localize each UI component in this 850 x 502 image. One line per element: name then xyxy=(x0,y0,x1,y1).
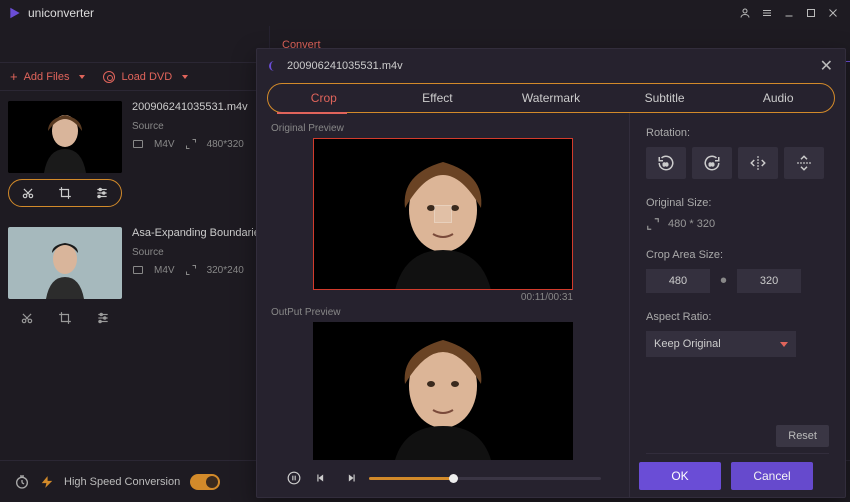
aspect-ratio-select[interactable]: Keep Original xyxy=(646,331,796,357)
playback-controls xyxy=(271,460,615,496)
expand-icon xyxy=(646,217,660,231)
settings-panel: Rotation: 90 90 Original Size: 480 * 32 xyxy=(629,113,845,497)
source-label: Source xyxy=(132,247,268,258)
file-name: Asa-Expanding Boundaries. xyxy=(132,227,268,239)
output-preview xyxy=(313,322,573,460)
high-speed-toggle[interactable] xyxy=(190,474,220,490)
file-name: 20090624103553​1.m4v xyxy=(132,101,261,113)
bolt-icon xyxy=(40,475,54,489)
file-actions-highlight xyxy=(8,179,122,207)
spinner-icon xyxy=(269,61,279,71)
original-preview-label: Original Preview xyxy=(271,123,615,134)
svg-text:90: 90 xyxy=(709,162,715,167)
user-icon[interactable] xyxy=(736,4,754,22)
format-icon xyxy=(132,264,144,276)
seek-thumb[interactable] xyxy=(449,474,458,483)
crop-frame[interactable] xyxy=(313,138,573,290)
seek-bar[interactable] xyxy=(369,477,601,480)
tab-effect[interactable]: Effect xyxy=(381,91,495,105)
tab-watermark[interactable]: Watermark xyxy=(494,91,608,105)
format-icon xyxy=(132,138,144,150)
dim-separator: • xyxy=(718,270,729,293)
output-preview-label: OutPut Preview xyxy=(271,307,615,318)
chevron-down-icon xyxy=(79,75,85,79)
file-dims: 480*320 xyxy=(207,139,244,150)
modal-header: 20090624103553​1.m4v ✕ xyxy=(257,49,845,83)
tab-subtitle[interactable]: Subtitle xyxy=(608,91,722,105)
crop-width-input[interactable] xyxy=(646,269,710,293)
file-thumbnail[interactable] xyxy=(8,227,122,299)
trim-icon[interactable] xyxy=(21,186,35,200)
tab-crop[interactable]: Crop xyxy=(267,91,381,105)
disc-icon xyxy=(103,71,115,83)
tab-audio[interactable]: Audio xyxy=(721,91,835,105)
cancel-button[interactable]: Cancel xyxy=(731,462,813,490)
chevron-down-icon xyxy=(182,75,188,79)
titlebar: uniconverter xyxy=(0,0,850,26)
modal-close-button[interactable]: ✕ xyxy=(820,56,833,76)
minimize-button[interactable] xyxy=(780,4,798,22)
flip-horizontal-button[interactable] xyxy=(738,147,778,179)
file-card[interactable]: 20090624103553​1.m4v Source M4V 480*320 xyxy=(0,91,269,217)
add-files-label: Add Files xyxy=(24,71,70,83)
adjust-icon[interactable] xyxy=(95,186,109,200)
preview-column: Original Preview 00:11/00:31 OutPut Prev… xyxy=(257,113,629,497)
svg-text:90: 90 xyxy=(663,162,669,167)
add-files-button[interactable]: + Add Files xyxy=(10,69,85,84)
clock-icon[interactable] xyxy=(14,474,30,490)
load-dvd-button[interactable]: Load DVD xyxy=(103,71,188,83)
prev-frame-button[interactable] xyxy=(313,469,331,487)
original-size-label: Original Size: xyxy=(646,197,829,209)
aspect-ratio-value: Keep Original xyxy=(654,338,721,350)
ok-button[interactable]: OK xyxy=(639,462,721,490)
file-format: M4V xyxy=(154,139,175,150)
menu-icon[interactable] xyxy=(758,4,776,22)
next-frame-button[interactable] xyxy=(341,469,359,487)
app-name: uniconverter xyxy=(28,6,94,20)
chevron-down-icon xyxy=(780,342,788,347)
brand: uniconverter xyxy=(8,6,94,20)
dimensions-icon xyxy=(185,264,197,276)
modal-filename: 20090624103553​1.m4v xyxy=(287,60,403,72)
left-panel: + Add Files Load DVD xyxy=(0,26,270,502)
source-label: Source xyxy=(132,121,261,132)
crop-icon[interactable] xyxy=(58,311,72,325)
adjust-icon[interactable] xyxy=(96,311,110,325)
file-format: M4V xyxy=(154,265,175,276)
brand-icon xyxy=(8,6,22,20)
dimensions-icon xyxy=(185,138,197,150)
file-thumbnail[interactable] xyxy=(8,101,122,173)
close-button[interactable] xyxy=(824,4,842,22)
crop-center-handle[interactable] xyxy=(434,205,452,223)
left-toolbar: + Add Files Load DVD xyxy=(0,62,269,91)
rotate-ccw-button[interactable]: 90 xyxy=(646,147,686,179)
crop-size-label: Crop Area Size: xyxy=(646,249,829,261)
aspect-ratio-label: Aspect Ratio: xyxy=(646,311,829,323)
rotation-label: Rotation: xyxy=(646,127,829,139)
load-dvd-label: Load DVD xyxy=(121,71,172,83)
maximize-button[interactable] xyxy=(802,4,820,22)
crop-height-input[interactable] xyxy=(737,269,801,293)
flip-vertical-button[interactable] xyxy=(784,147,824,179)
high-speed-label: High Speed Conversion xyxy=(64,476,180,488)
file-card[interactable]: Asa-Expanding Boundaries. Source M4V 320… xyxy=(0,217,269,341)
original-size-value: 480 * 320 xyxy=(668,218,715,230)
rotate-cw-button[interactable]: 90 xyxy=(692,147,732,179)
file-dims: 320*240 xyxy=(207,265,244,276)
reset-button[interactable]: Reset xyxy=(776,425,829,447)
crop-icon[interactable] xyxy=(58,186,72,200)
timecode: 00:11/00:31 xyxy=(313,292,573,303)
editor-tabs: Crop Effect Watermark Subtitle Audio xyxy=(267,83,835,113)
pause-button[interactable] xyxy=(285,469,303,487)
trim-icon[interactable] xyxy=(20,311,34,325)
original-preview[interactable] xyxy=(313,138,573,290)
file-actions xyxy=(8,305,122,331)
modal-footer: OK Cancel xyxy=(646,453,829,497)
editor-modal: 20090624103553​1.m4v ✕ Crop Effect Water… xyxy=(256,48,846,498)
